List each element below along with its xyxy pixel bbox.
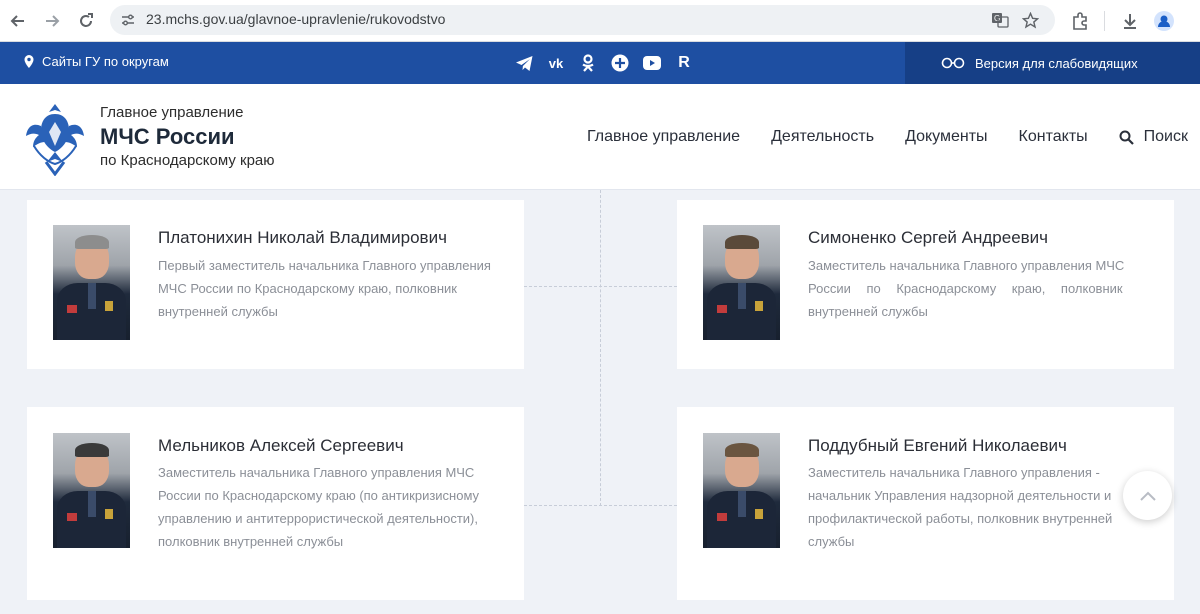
- nav-item-documents[interactable]: Документы: [905, 128, 987, 146]
- leader-card: Платонихин Николай Владимирович Первый з…: [27, 200, 524, 369]
- leader-name[interactable]: Мельников Алексей Сергеевич: [158, 436, 404, 456]
- position-line: Первый заместитель начальника Главного у…: [158, 258, 491, 273]
- organization-title[interactable]: Главное управление МЧС России по Краснод…: [100, 104, 275, 170]
- url-text[interactable]: 23.mchs.gov.ua/glavnoe-upravlenie/rukovo…: [146, 11, 445, 27]
- extensions-icon[interactable]: [1066, 7, 1094, 35]
- leader-position: Первый заместитель начальника Главного у…: [158, 254, 503, 323]
- position-line: внутренней службы: [158, 304, 278, 319]
- position-line: профилактической работы, полковник внутр…: [808, 511, 1113, 526]
- position-line: полковник внутренней службы: [158, 534, 344, 549]
- search-button[interactable]: Поиск: [1119, 128, 1188, 146]
- leader-name[interactable]: Поддубный Евгений Николаевич: [808, 436, 1067, 456]
- position-line: Заместитель начальника Главного управлен…: [158, 465, 475, 480]
- main-navigation: Главное управление Деятельность Документ…: [587, 128, 1188, 146]
- star-icon[interactable]: [1020, 10, 1040, 30]
- leader-position: Заместитель начальника Главного управлен…: [158, 461, 503, 553]
- position-line: России по Краснодарскому краю, полковник: [808, 281, 1123, 296]
- svg-text:G: G: [994, 14, 1000, 23]
- connector-line-row2: [524, 505, 677, 506]
- profile-icon[interactable]: [1150, 7, 1178, 35]
- telegram-icon[interactable]: [515, 53, 533, 73]
- position-line: внутренней службы: [808, 304, 928, 319]
- connector-line-row1: [524, 286, 677, 287]
- leader-card: Поддубный Евгений Николаевич Заместитель…: [677, 407, 1174, 600]
- plus-icon[interactable]: [611, 53, 629, 73]
- mchs-emblem-logo[interactable]: [24, 100, 86, 176]
- regions-link[interactable]: Сайты ГУ по округам: [24, 54, 169, 69]
- toolbar-divider: [1104, 11, 1105, 31]
- org-line-1: Главное управление: [100, 104, 244, 121]
- leader-photo: [703, 225, 780, 340]
- top-bar: Сайты ГУ по округам vk R Версия для слаб…: [0, 42, 1200, 84]
- forward-icon[interactable]: [38, 7, 66, 35]
- org-line-2: МЧС России: [100, 124, 235, 149]
- nav-item-main-department[interactable]: Главное управление: [587, 128, 740, 146]
- rutube-icon[interactable]: R: [675, 53, 693, 73]
- download-icon[interactable]: [1116, 7, 1144, 35]
- accessibility-version-button[interactable]: Версия для слабовидящих: [905, 42, 1200, 84]
- position-line: службы: [808, 534, 855, 549]
- search-icon: [1119, 130, 1134, 145]
- youtube-icon[interactable]: [643, 53, 661, 73]
- regions-label[interactable]: Сайты ГУ по округам: [42, 54, 169, 69]
- chevron-up-icon: [1139, 491, 1156, 501]
- leader-position: Заместитель начальника Главного управлен…: [808, 254, 1153, 323]
- browser-toolbar: 23.mchs.gov.ua/glavnoe-upravlenie/rukovo…: [0, 0, 1200, 42]
- social-links: vk R: [515, 53, 693, 73]
- position-line: начальник Управления надзорной деятельно…: [808, 488, 1112, 503]
- back-icon[interactable]: [4, 7, 32, 35]
- nav-item-activity[interactable]: Деятельность: [771, 128, 874, 146]
- glasses-icon: [941, 57, 965, 69]
- accessibility-version-label[interactable]: Версия для слабовидящих: [975, 56, 1138, 71]
- leader-photo: [53, 225, 130, 340]
- nav-item-contacts[interactable]: Контакты: [1019, 128, 1088, 146]
- site-header: Главное управление МЧС России по Краснод…: [0, 84, 1200, 190]
- leader-photo: [53, 433, 130, 548]
- leader-name[interactable]: Платонихин Николай Владимирович: [158, 228, 447, 248]
- vk-icon[interactable]: vk: [547, 53, 565, 73]
- translate-icon[interactable]: G: [990, 10, 1010, 30]
- position-line: России по Краснодарскому краю (по антикр…: [158, 488, 480, 503]
- reload-icon[interactable]: [72, 7, 100, 35]
- org-line-3: по Краснодарскому краю: [100, 152, 275, 169]
- address-bar[interactable]: 23.mchs.gov.ua/glavnoe-upravlenie/rukovo…: [110, 5, 1055, 35]
- position-line: управлению и антитеррористической деятел…: [158, 511, 478, 526]
- location-pin-icon: [24, 55, 34, 68]
- ok-icon[interactable]: [579, 53, 597, 73]
- connector-vertical-line: [600, 190, 601, 506]
- site-settings-icon[interactable]: [120, 12, 136, 28]
- search-label: Поиск: [1143, 128, 1188, 145]
- leader-card: Симоненко Сергей Андреевич Заместитель н…: [677, 200, 1174, 369]
- scroll-to-top-button[interactable]: [1123, 471, 1172, 520]
- leader-position: Заместитель начальника Главного управлен…: [808, 461, 1153, 553]
- position-line: Заместитель начальника Главного управлен…: [808, 258, 1125, 273]
- position-line: Заместитель начальника Главного управлен…: [808, 465, 1100, 480]
- leader-card: Мельников Алексей Сергеевич Заместитель …: [27, 407, 524, 600]
- leader-photo: [703, 433, 780, 548]
- leader-name[interactable]: Симоненко Сергей Андреевич: [808, 228, 1048, 248]
- position-line: МЧС России по Краснодарскому краю, полко…: [158, 281, 457, 296]
